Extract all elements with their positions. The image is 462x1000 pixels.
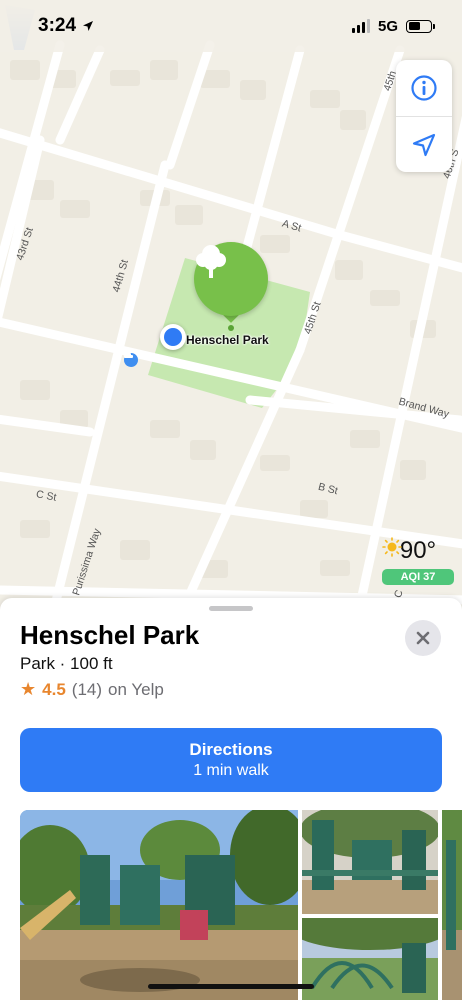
- playground-photo[interactable]: [442, 810, 462, 1000]
- map-info-button[interactable]: [396, 60, 452, 116]
- status-time-group: 3:24: [38, 15, 94, 37]
- place-subtitle: Park · 100 ft: [20, 654, 113, 673]
- user-location-dot: [160, 324, 186, 350]
- sheet-grabber[interactable]: [209, 606, 253, 611]
- playground-photo[interactable]: [302, 918, 438, 1000]
- pin-dot: [228, 325, 234, 331]
- rating-row[interactable]: ★ 4.5 (14) on Yelp: [20, 679, 164, 700]
- track-location-button[interactable]: [396, 116, 452, 172]
- car-icon: [124, 353, 138, 367]
- status-bar: 3:24 5G: [0, 0, 462, 52]
- network-type: 5G: [377, 17, 398, 35]
- battery-icon: [406, 19, 435, 33]
- directions-button[interactable]: Directions 1 min walk: [20, 728, 442, 792]
- rating-source: on Yelp: [108, 679, 164, 699]
- rating-score: 4.5: [42, 679, 66, 699]
- close-button[interactable]: [405, 620, 441, 656]
- rating-count: (14): [71, 679, 103, 699]
- info-icon: [411, 75, 437, 101]
- playground-photo[interactable]: [302, 810, 438, 914]
- aqi-badge: AQI 37: [382, 569, 454, 585]
- star-icon: ★: [20, 679, 37, 699]
- map-view[interactable]: 43rd St 44th St 45th St 45th 46th S A St…: [0, 0, 462, 605]
- directions-subtitle: 1 min walk: [193, 762, 269, 779]
- place-title: Henschel Park: [20, 620, 200, 650]
- park-label[interactable]: Henschel Park: [186, 333, 269, 347]
- home-indicator[interactable]: [148, 984, 314, 989]
- status-time: 3:24: [38, 15, 77, 36]
- location-services-icon: [83, 21, 94, 31]
- place-card-sheet[interactable]: Henschel Park Park · 100 ft ★ 4.5 (14) o…: [0, 598, 462, 1000]
- weather-temperature: 90°: [399, 537, 437, 564]
- map-controls: [396, 60, 452, 172]
- close-icon: [416, 631, 430, 645]
- weather-widget[interactable]: 90° AQI 37: [382, 537, 454, 585]
- park-pin[interactable]: [194, 242, 268, 316]
- playground-photo[interactable]: [20, 810, 298, 1000]
- directions-title: Directions: [189, 740, 273, 759]
- location-arrow-icon: [412, 133, 436, 156]
- status-indicators: 5G: [351, 17, 435, 35]
- sun-icon: [382, 537, 402, 557]
- maps-screen: 43rd St 44th St 45th St 45th 46th S A St…: [0, 0, 462, 1000]
- cellular-signal-icon: [351, 19, 370, 33]
- photo-gallery[interactable]: [20, 810, 462, 1000]
- tree-icon: [196, 245, 226, 278]
